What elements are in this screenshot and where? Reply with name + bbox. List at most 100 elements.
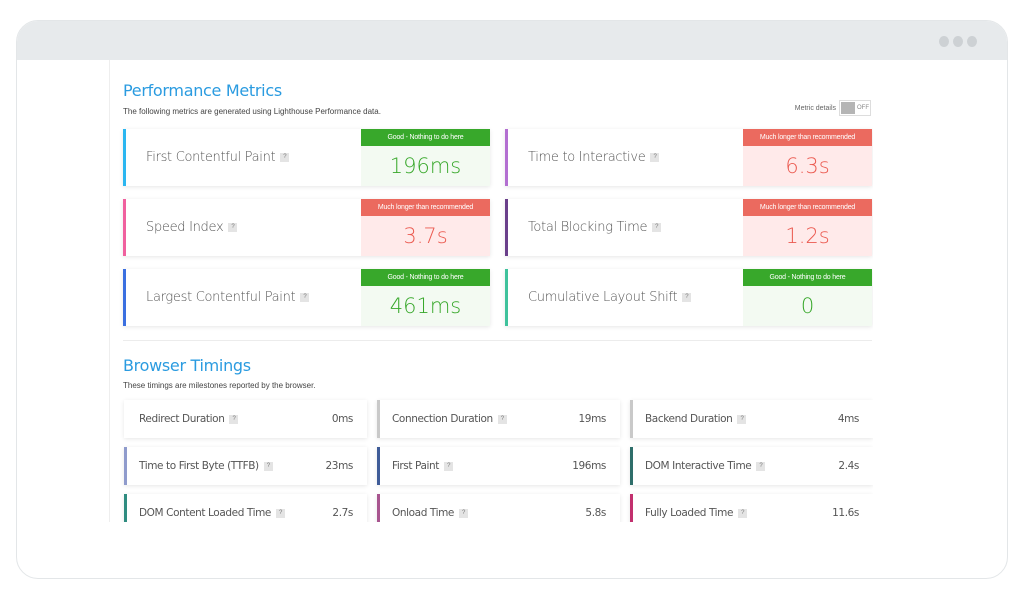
help-icon[interactable]: ? bbox=[300, 293, 310, 302]
timing-name: Onload Time? bbox=[392, 507, 468, 519]
grade-badge: Good - Nothing to do here bbox=[361, 269, 490, 286]
timing-name-text: Connection Duration bbox=[392, 413, 493, 425]
help-icon[interactable]: ? bbox=[459, 508, 468, 518]
metric-card: Cumulative Layout Shift? Good - Nothing t… bbox=[505, 269, 872, 326]
timing-name-text: Fully Loaded Time bbox=[645, 507, 734, 519]
timing-card: DOM Interactive Time? 2.4s bbox=[630, 447, 873, 485]
metric-card: Speed Index? Much longer than recommended… bbox=[123, 199, 490, 256]
grade-badge: Much longer than recommended bbox=[743, 199, 872, 216]
timing-value: 2.7s bbox=[332, 507, 353, 519]
help-icon[interactable]: ? bbox=[263, 461, 273, 471]
timing-value: 2.4s bbox=[838, 460, 859, 472]
help-icon[interactable]: ? bbox=[682, 293, 692, 302]
timing-card: DOM Content Loaded Time? 2.7s bbox=[124, 494, 367, 522]
metric-name-text: Cumulative Layout Shift bbox=[528, 290, 678, 305]
timing-value: 5.8s bbox=[585, 507, 606, 519]
report-content: Performance Metrics The following metric… bbox=[109, 60, 873, 522]
metric-card: First Contentful Paint? Good - Nothing to… bbox=[123, 129, 490, 186]
timing-card: Fully Loaded Time? 11.6s bbox=[630, 494, 873, 522]
timing-name: Connection Duration? bbox=[392, 413, 507, 425]
timing-name-text: DOM Content Loaded Time bbox=[139, 507, 271, 519]
metric-name: Largest Contentful Paint? bbox=[146, 290, 310, 305]
metric-grade: Good - Nothing to do here 461ms bbox=[361, 269, 490, 326]
help-icon[interactable]: ? bbox=[650, 153, 660, 162]
help-icon[interactable]: ? bbox=[444, 461, 454, 471]
timing-name: First Paint? bbox=[392, 460, 454, 472]
timing-card: Backend Duration? 4ms bbox=[630, 400, 873, 438]
metric-name-text: Largest Contentful Paint bbox=[146, 290, 296, 305]
grade-badge: Good - Nothing to do here bbox=[743, 269, 872, 286]
timing-value: 23ms bbox=[325, 460, 354, 472]
metric-card: Total Blocking Time? Much longer than rec… bbox=[505, 199, 872, 256]
browser-timings-title: Browser Timings bbox=[123, 356, 251, 375]
metric-name: First Contentful Paint? bbox=[146, 150, 290, 165]
timing-name: DOM Content Loaded Time? bbox=[139, 507, 285, 519]
grade-badge: Much longer than recommended bbox=[361, 199, 490, 216]
timing-name: Time to First Byte (TTFB)? bbox=[139, 460, 273, 472]
metric-grade: Good - Nothing to do here 0 bbox=[743, 269, 872, 326]
metric-value: 196ms bbox=[361, 146, 490, 186]
timing-name-text: Backend Duration bbox=[645, 413, 733, 425]
dot-icon[interactable] bbox=[953, 36, 963, 47]
metric-card: Largest Contentful Paint? Good - Nothing … bbox=[123, 269, 490, 326]
timing-card: Redirect Duration? 0ms bbox=[124, 400, 367, 438]
timing-value: 196ms bbox=[572, 460, 606, 472]
metric-grade: Much longer than recommended 3.7s bbox=[361, 199, 490, 256]
grade-badge: Much longer than recommended bbox=[743, 129, 872, 146]
metric-name-text: Speed Index bbox=[146, 220, 224, 235]
metric-card: Time to Interactive? Much longer than rec… bbox=[505, 129, 872, 186]
timing-name-text: Time to First Byte (TTFB) bbox=[139, 460, 259, 472]
performance-metrics-title: Performance Metrics bbox=[123, 81, 282, 100]
timing-value: 11.6s bbox=[832, 507, 859, 519]
metric-name: Speed Index? bbox=[146, 220, 238, 235]
timing-value: 0ms bbox=[331, 413, 354, 425]
help-icon[interactable]: ? bbox=[228, 223, 238, 232]
timing-card: Onload Time? 5.8s bbox=[377, 494, 620, 522]
timing-name-text: Onload Time bbox=[392, 507, 454, 519]
help-icon[interactable]: ? bbox=[737, 414, 747, 424]
metric-name-text: Total Blocking Time bbox=[528, 220, 648, 235]
timing-card: Time to First Byte (TTFB)? 23ms bbox=[124, 447, 367, 485]
toggle-knob bbox=[841, 102, 855, 114]
timing-name-text: Redirect Duration bbox=[139, 413, 225, 425]
metric-grade: Much longer than recommended 6.3s bbox=[743, 129, 872, 186]
window-titlebar bbox=[17, 21, 1007, 60]
dot-icon[interactable] bbox=[939, 36, 949, 47]
help-icon[interactable]: ? bbox=[280, 153, 290, 162]
metric-value: 3.7s bbox=[361, 216, 490, 256]
metric-value: 461ms bbox=[361, 286, 490, 326]
metric-name: Total Blocking Time? bbox=[528, 220, 662, 235]
timing-name-text: DOM Interactive Time bbox=[645, 460, 752, 472]
grade-badge: Good - Nothing to do here bbox=[361, 129, 490, 146]
metric-value: 1.2s bbox=[743, 216, 872, 256]
window-controls[interactable] bbox=[939, 36, 977, 47]
dot-icon[interactable] bbox=[967, 36, 977, 47]
metric-value: 6.3s bbox=[743, 146, 872, 186]
browser-timings-subtitle: These timings are milestones reported by… bbox=[123, 381, 316, 390]
metric-value: 0 bbox=[743, 286, 872, 326]
metric-details-toggle[interactable]: OFF bbox=[839, 100, 871, 116]
timing-name: DOM Interactive Time? bbox=[645, 460, 766, 472]
timing-value: 19ms bbox=[578, 413, 607, 425]
timing-card: First Paint? 196ms bbox=[377, 447, 620, 485]
help-icon[interactable]: ? bbox=[652, 223, 662, 232]
toggle-state: OFF bbox=[857, 105, 869, 111]
help-icon[interactable]: ? bbox=[756, 461, 766, 471]
timing-value: 4ms bbox=[837, 413, 860, 425]
timing-card: Connection Duration? 19ms bbox=[377, 400, 620, 438]
metric-name-text: Time to Interactive bbox=[528, 150, 646, 165]
timing-name: Backend Duration? bbox=[645, 413, 747, 425]
help-icon[interactable]: ? bbox=[738, 508, 748, 518]
metric-name: Cumulative Layout Shift? bbox=[528, 290, 692, 305]
metric-name: Time to Interactive? bbox=[528, 150, 660, 165]
metric-details-toggle-group: Metric details OFF bbox=[795, 100, 871, 116]
help-icon[interactable]: ? bbox=[229, 414, 239, 424]
metric-details-label: Metric details bbox=[794, 104, 836, 112]
help-icon[interactable]: ? bbox=[497, 414, 507, 424]
performance-metrics-subtitle: The following metrics are generated usin… bbox=[123, 107, 381, 116]
timing-name: Redirect Duration? bbox=[139, 413, 239, 425]
timing-name: Fully Loaded Time? bbox=[645, 507, 748, 519]
help-icon[interactable]: ? bbox=[276, 508, 285, 518]
timing-name-text: First Paint bbox=[392, 460, 440, 472]
metric-grade: Good - Nothing to do here 196ms bbox=[361, 129, 490, 186]
